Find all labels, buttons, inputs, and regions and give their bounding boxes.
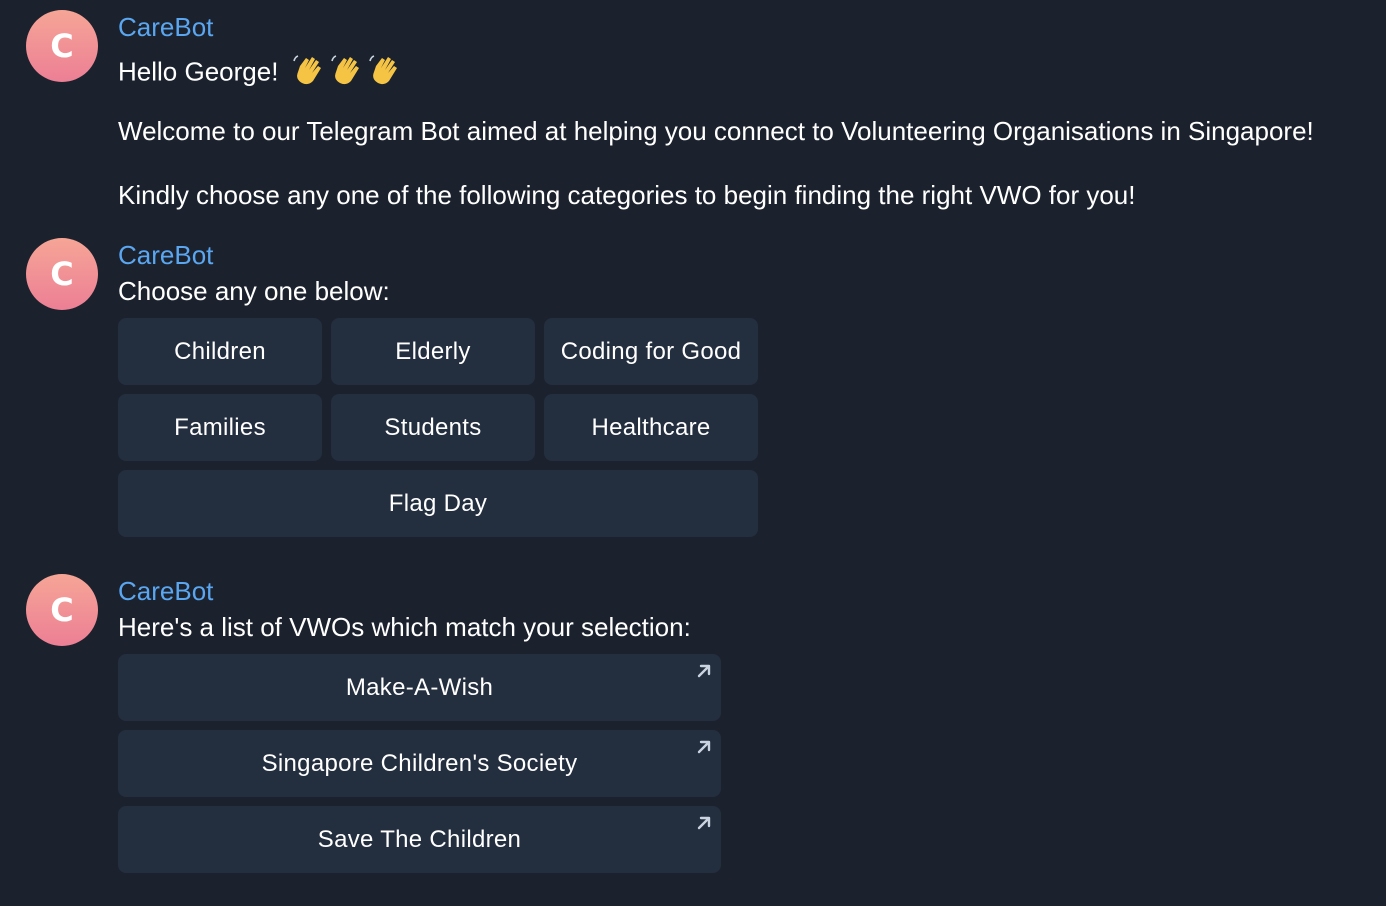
vwo-link-button-save-the-children[interactable]: Save The Children xyxy=(118,806,721,873)
avatar[interactable]: C xyxy=(26,10,98,82)
chat-window: C CareBot Hello George! Welcome to our T… xyxy=(0,0,1386,906)
external-link-arrow-icon xyxy=(697,740,711,754)
category-button-students[interactable]: Students xyxy=(331,394,535,461)
avatar-letter: C xyxy=(50,27,74,65)
message-text-greeting: Hello George! xyxy=(118,52,410,95)
wave-hand-icon xyxy=(292,52,410,95)
sender-name[interactable]: CareBot xyxy=(118,240,213,271)
message-text: Here's a list of VWOs which match your s… xyxy=(118,612,691,642)
external-link-arrow-icon xyxy=(697,816,711,830)
vwo-link-button-singapore-childrens-society[interactable]: Singapore Children's Society xyxy=(118,730,721,797)
avatar-letter: C xyxy=(50,255,74,293)
message-text-welcome: Welcome to our Telegram Bot aimed at hel… xyxy=(118,116,1314,146)
vwo-link-button-make-a-wish[interactable]: Make-A-Wish xyxy=(118,654,721,721)
sender-name[interactable]: CareBot xyxy=(118,576,213,607)
category-button-healthcare[interactable]: Healthcare xyxy=(544,394,758,461)
message-text-instructions: Kindly choose any one of the following c… xyxy=(118,180,1136,210)
category-button-children[interactable]: Children xyxy=(118,318,322,385)
category-button-elderly[interactable]: Elderly xyxy=(331,318,535,385)
avatar-letter: C xyxy=(50,591,74,629)
category-button-families[interactable]: Families xyxy=(118,394,322,461)
vwo-link-label: Save The Children xyxy=(317,825,522,853)
vwo-link-label: Make-A-Wish xyxy=(345,673,494,701)
vwo-link-label: Singapore Children's Society xyxy=(261,749,578,777)
external-link-arrow-icon xyxy=(697,664,711,678)
sender-name[interactable]: CareBot xyxy=(118,12,213,43)
avatar[interactable]: C xyxy=(26,238,98,310)
avatar[interactable]: C xyxy=(26,574,98,646)
category-button-flag-day[interactable]: Flag Day xyxy=(118,470,758,537)
message-text: Choose any one below: xyxy=(118,276,390,306)
greeting-text: Hello George! xyxy=(118,56,279,87)
category-button-coding-for-good[interactable]: Coding for Good xyxy=(544,318,758,385)
